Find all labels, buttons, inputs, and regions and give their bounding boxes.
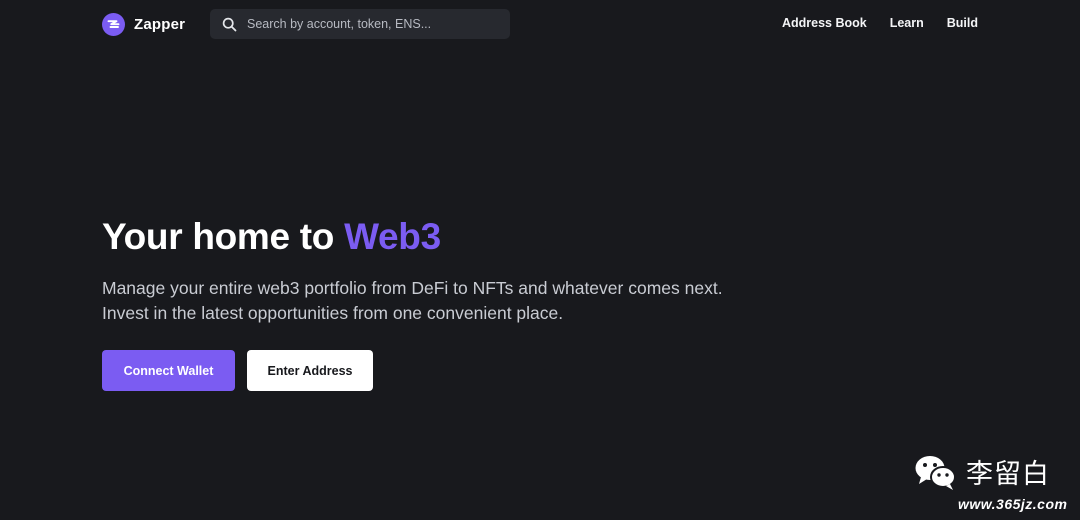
watermark-url: www.365jz.com (958, 496, 1068, 512)
logo-text: Zapper (134, 15, 186, 33)
hero-subtitle: Manage your entire web3 portfolio from D… (102, 276, 723, 326)
top-nav: Address Book Learn Build (782, 16, 978, 30)
zapper-logo-icon (102, 12, 125, 36)
hero-title-accent: Web3 (344, 216, 441, 257)
search-input[interactable] (247, 17, 497, 31)
connect-wallet-button[interactable]: Connect Wallet (102, 350, 235, 391)
hero-subtitle-line-2: Invest in the latest opportunities from … (102, 303, 564, 323)
nav-address-book[interactable]: Address Book (782, 16, 867, 30)
hero-title: Your home to Web3 (102, 216, 441, 258)
nav-learn[interactable]: Learn (890, 16, 924, 30)
page: Zapper Address Book Learn Build Your hom… (0, 0, 1080, 520)
search-bar[interactable] (210, 9, 510, 39)
search-icon (221, 16, 237, 32)
hero-subtitle-line-1: Manage your entire web3 portfolio from D… (102, 278, 723, 298)
nav-build[interactable]: Build (947, 16, 978, 30)
watermark: 李留白 (914, 452, 1050, 491)
wechat-icon (915, 455, 956, 490)
zapper-logo[interactable]: Zapper (102, 12, 185, 36)
watermark-name: 李留白 (966, 459, 1050, 490)
enter-address-button[interactable]: Enter Address (247, 350, 373, 391)
hero-title-main: Your home to (102, 216, 345, 257)
